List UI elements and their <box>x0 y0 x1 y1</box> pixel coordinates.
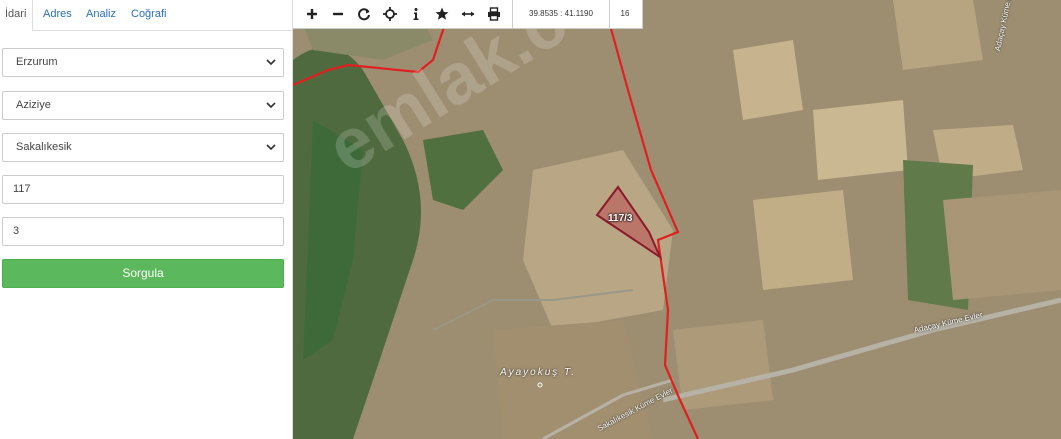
zoom-in-button[interactable] <box>299 0 325 28</box>
crosshair-icon <box>383 7 397 21</box>
block-number-value: 117 <box>13 183 31 195</box>
tab-bar: İdari Adres Analiz Coğrafi <box>0 0 292 31</box>
measure-button[interactable] <box>455 0 481 28</box>
satellite-map[interactable]: emlak.com 117/3 Ayayokuş T. Adaçay Küme … <box>293 0 1061 439</box>
locate-button[interactable] <box>377 0 403 28</box>
zoom-out-button[interactable] <box>325 0 351 28</box>
refresh-button[interactable] <box>351 0 377 28</box>
district-value: Aziziye <box>16 99 51 111</box>
print-button[interactable] <box>481 0 507 28</box>
printer-icon <box>488 7 500 21</box>
parcel-number-value: 3 <box>13 225 20 237</box>
query-button[interactable]: Sorgula <box>2 259 284 288</box>
tab-cografi[interactable]: Coğrafi <box>131 0 166 30</box>
peak-marker-icon <box>537 382 543 388</box>
minus-icon <box>333 12 343 16</box>
map-toolbar: 39.8535 : 41.1190 16 <box>293 0 643 29</box>
chevron-down-icon <box>266 144 276 151</box>
tab-adres[interactable]: Adres <box>43 0 72 30</box>
province-value: Erzurum <box>16 56 58 68</box>
tab-analiz[interactable]: Analiz <box>86 0 116 30</box>
zoom-level-readout: 16 <box>620 9 630 18</box>
refresh-icon <box>358 8 370 21</box>
province-select[interactable]: Erzurum <box>2 48 284 77</box>
parcel-number-input[interactable]: 3 <box>2 217 284 246</box>
neighborhood-value: Sakalıkesik <box>16 141 72 153</box>
place-label: Ayayokuş T. <box>500 367 577 378</box>
info-icon <box>413 8 419 20</box>
tab-idari[interactable]: İdari <box>0 0 34 31</box>
horizontal-arrows-icon <box>461 11 475 17</box>
favorite-button[interactable] <box>429 0 455 28</box>
plus-icon <box>307 9 317 19</box>
coordinate-readout: 39.8535 : 41.1190 <box>512 0 610 28</box>
chevron-down-icon <box>266 59 276 66</box>
district-select[interactable]: Aziziye <box>2 91 284 120</box>
neighborhood-select[interactable]: Sakalıkesik <box>2 133 284 162</box>
parcel-label: 117/3 <box>608 213 633 224</box>
query-panel: İdari Adres Analiz Coğrafi Erzurum Azizi… <box>0 0 293 439</box>
chevron-down-icon <box>266 102 276 109</box>
info-button[interactable] <box>403 0 429 28</box>
star-icon <box>435 7 449 20</box>
block-number-input[interactable]: 117 <box>2 175 284 204</box>
